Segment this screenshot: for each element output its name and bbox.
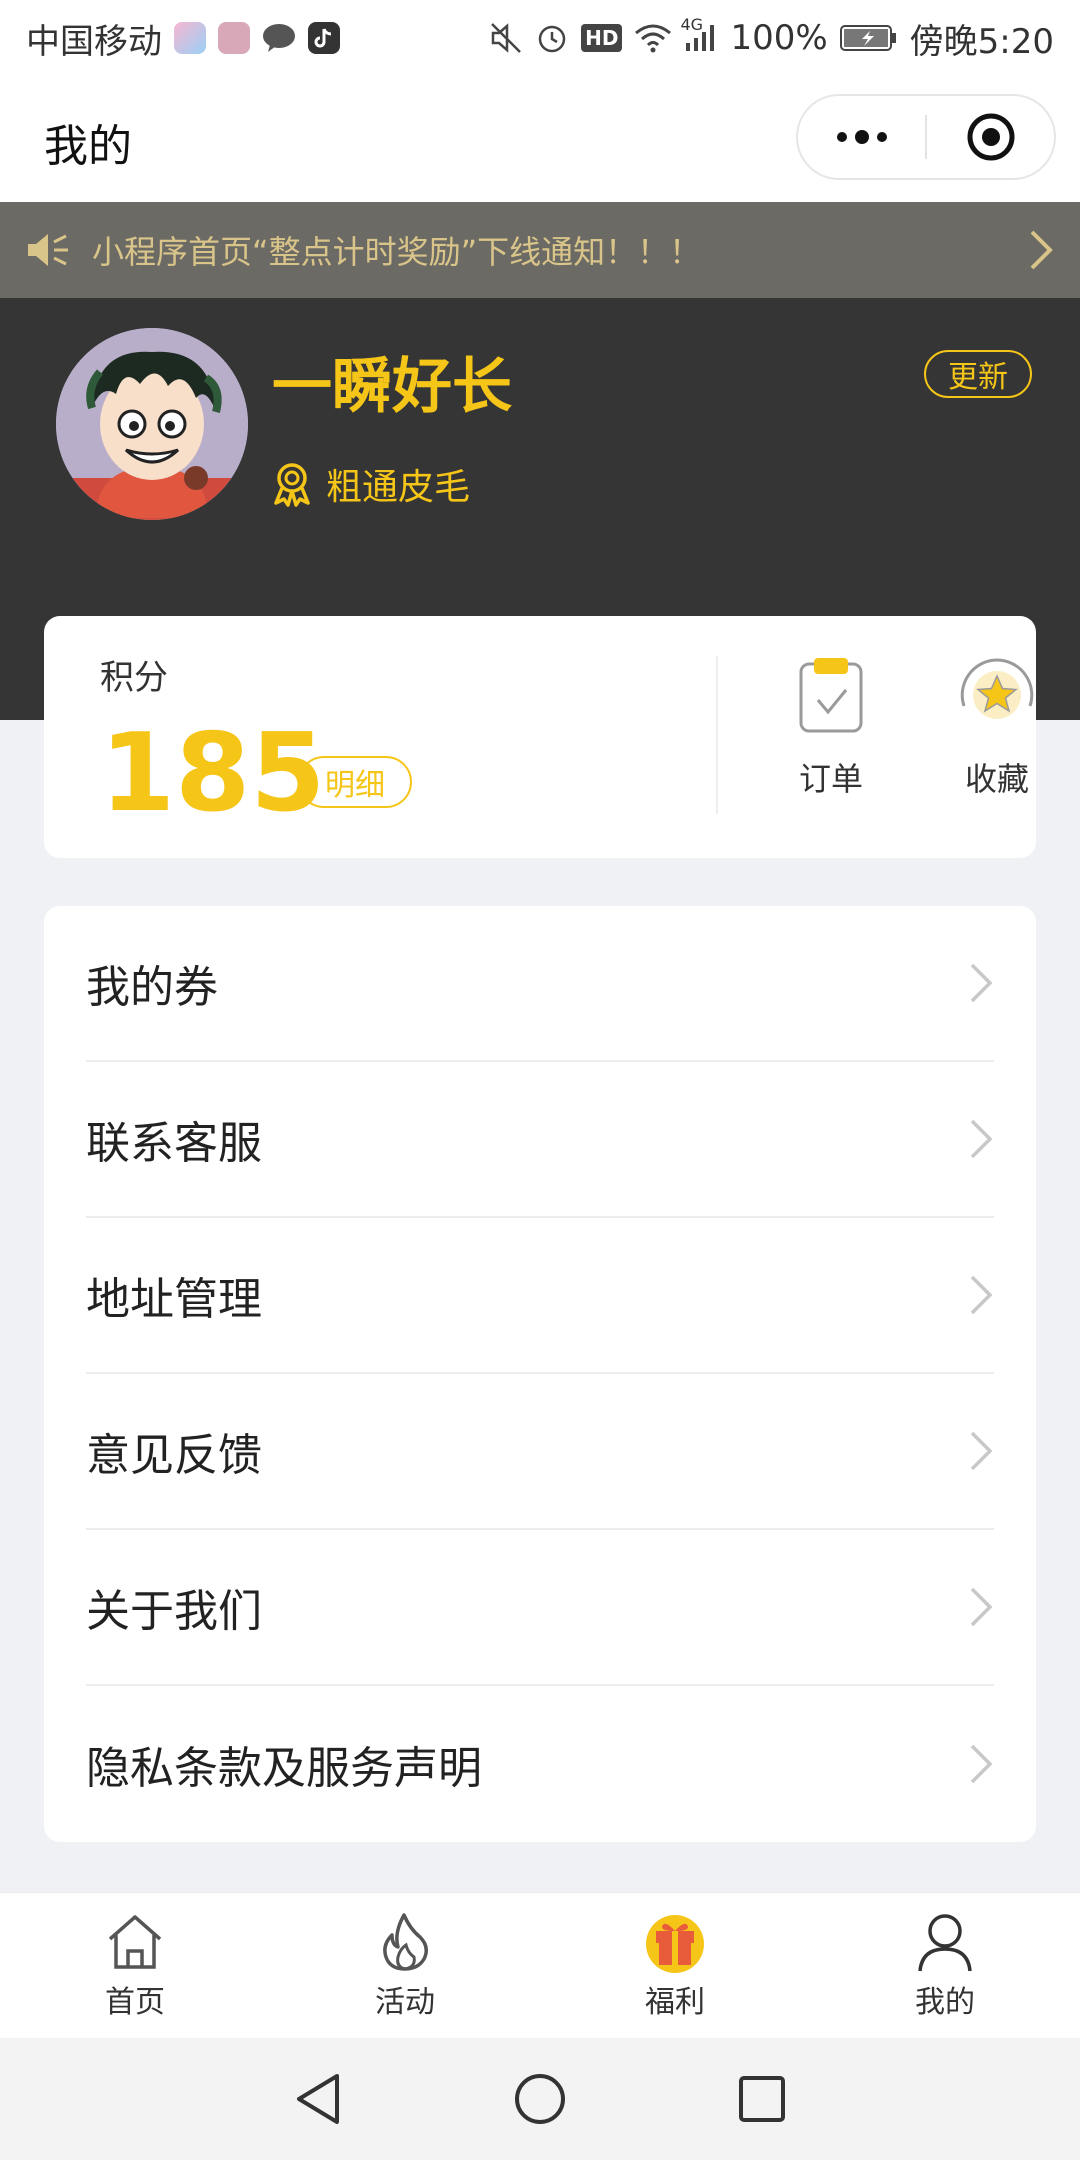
notice-text: 小程序首页“整点计时奖励”下线通知！！！ bbox=[92, 233, 702, 271]
menu-item-label: 地址管理 bbox=[86, 1274, 262, 1325]
mute-icon bbox=[489, 21, 523, 55]
hd-icon: HD bbox=[581, 24, 623, 52]
star-icon bbox=[960, 658, 1034, 719]
tab-label: 我的 bbox=[915, 1985, 975, 2020]
speaker-icon bbox=[28, 234, 68, 266]
menu-list: 我的券 联系客服 地址管理 意见反馈 关于我们 隐私条款及服务声明 bbox=[44, 906, 1036, 1842]
menu-item-label: 隐私条款及服务声明 bbox=[86, 1743, 482, 1794]
username: 一瞬好长 bbox=[272, 352, 512, 422]
miniprogram-capsule bbox=[796, 94, 1056, 180]
gift-icon bbox=[646, 1915, 704, 1973]
points-detail-button[interactable]: 明细 bbox=[298, 756, 412, 808]
wifi-icon bbox=[634, 23, 672, 53]
menu-item-about[interactable]: 关于我们 bbox=[86, 1530, 994, 1686]
tab-mine[interactable]: 我的 bbox=[810, 1893, 1080, 2038]
orders-label: 订单 bbox=[798, 760, 863, 798]
chevron-right-icon bbox=[1030, 230, 1053, 270]
points-value: 185 bbox=[100, 711, 326, 836]
chat-notification-icon bbox=[262, 23, 296, 53]
menu-item-label: 联系客服 bbox=[86, 1118, 262, 1169]
status-bar: 中国移动 HD 4G 100% 傍晚5:20 bbox=[0, 0, 1080, 76]
medal-icon bbox=[274, 463, 310, 507]
home-icon bbox=[108, 1915, 162, 1969]
tab-label: 福利 bbox=[645, 1985, 705, 2020]
status-bar-left: 中国移动 bbox=[26, 14, 340, 63]
avatar[interactable] bbox=[56, 328, 248, 520]
tab-label: 活动 bbox=[375, 1985, 435, 2020]
points-label: 积分 bbox=[100, 658, 168, 698]
favorites-button[interactable]: 收藏 bbox=[932, 656, 1062, 826]
menu-item-label: 我的券 bbox=[86, 962, 218, 1013]
tiktok-icon bbox=[308, 22, 340, 54]
signal-icon: 4G bbox=[680, 15, 718, 53]
target-circle-icon bbox=[967, 113, 1014, 161]
chevron-right-icon bbox=[970, 1275, 993, 1315]
tab-label: 首页 bbox=[105, 1985, 165, 2020]
title-bar: 我的 bbox=[0, 76, 1080, 202]
battery-icon bbox=[839, 24, 898, 52]
chevron-right-icon bbox=[970, 1431, 993, 1471]
chevron-right-icon bbox=[970, 963, 993, 1003]
orders-button[interactable]: 订单 bbox=[766, 656, 896, 826]
carrier-label: 中国移动 bbox=[26, 21, 162, 62]
notice-bar[interactable]: 小程序首页“整点计时奖励”下线通知！！！ bbox=[0, 202, 1080, 298]
close-miniprogram-button[interactable] bbox=[927, 96, 1054, 178]
chevron-right-icon bbox=[970, 1119, 993, 1159]
menu-item-label: 意见反馈 bbox=[86, 1430, 262, 1481]
user-level: 粗通皮毛 bbox=[270, 458, 470, 510]
tab-welfare[interactable]: 福利 bbox=[540, 1893, 810, 2038]
menu-item-address[interactable]: 地址管理 bbox=[86, 1218, 994, 1374]
tab-home[interactable]: 首页 bbox=[0, 1893, 270, 2038]
points-card: 积分 185 明细 订单 收藏 bbox=[44, 616, 1036, 858]
back-triangle-icon[interactable] bbox=[293, 2072, 343, 2126]
favorites-label: 收藏 bbox=[964, 760, 1029, 798]
card-divider bbox=[716, 656, 718, 814]
status-bar-right: HD 4G 100% 傍晚5:20 bbox=[489, 14, 1054, 63]
menu-item-customer-service[interactable]: 联系客服 bbox=[86, 1062, 994, 1218]
page-title: 我的 bbox=[44, 121, 132, 172]
clock: 傍晚5:20 bbox=[909, 21, 1054, 62]
menu-item-label: 关于我们 bbox=[86, 1586, 262, 1637]
recents-square-icon[interactable] bbox=[737, 2074, 787, 2124]
tab-activity[interactable]: 活动 bbox=[270, 1893, 540, 2038]
alarm-icon bbox=[535, 21, 569, 55]
menu-item-privacy[interactable]: 隐私条款及服务声明 bbox=[86, 1686, 994, 1842]
menu-item-coupons[interactable]: 我的券 bbox=[86, 906, 994, 1062]
chevron-right-icon bbox=[970, 1587, 993, 1627]
update-button[interactable]: 更新 bbox=[924, 350, 1032, 398]
home-circle-icon[interactable] bbox=[513, 2072, 567, 2126]
more-dots-icon bbox=[836, 130, 887, 144]
level-label: 粗通皮毛 bbox=[326, 467, 471, 508]
clipboard-check-icon bbox=[799, 658, 863, 733]
app-notification-icon bbox=[174, 22, 206, 54]
battery-percent: 100% bbox=[730, 18, 828, 58]
more-button[interactable] bbox=[798, 96, 925, 178]
app-notification-icon bbox=[218, 22, 250, 54]
network-type-label: 4G bbox=[680, 15, 704, 34]
menu-item-feedback[interactable]: 意见反馈 bbox=[86, 1374, 994, 1530]
tab-bar: 首页 活动 福利 我的 bbox=[0, 1892, 1080, 2038]
user-icon bbox=[918, 1914, 972, 1972]
system-nav-bar bbox=[0, 2038, 1080, 2160]
flame-icon bbox=[383, 1913, 428, 1971]
chevron-right-icon bbox=[970, 1744, 993, 1784]
